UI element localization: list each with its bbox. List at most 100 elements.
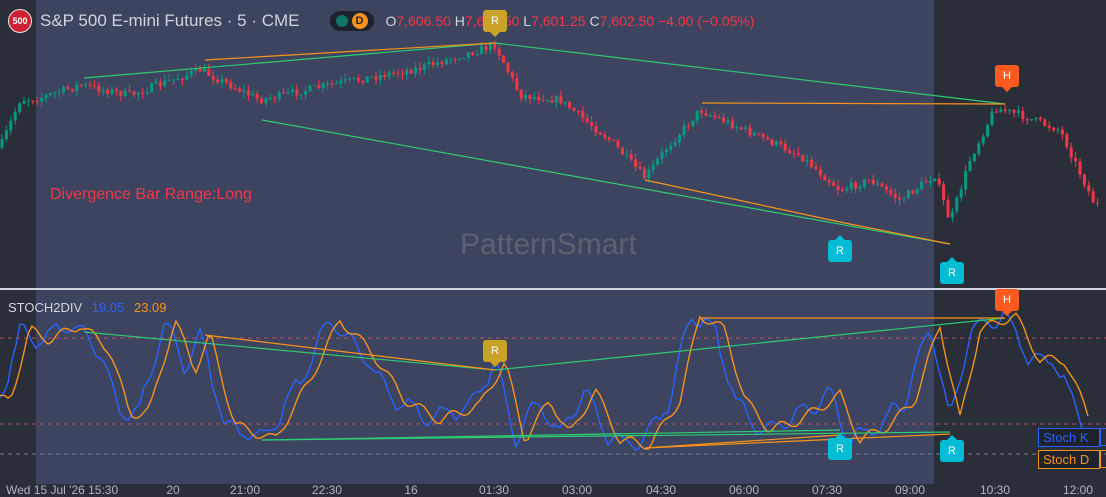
candle-body [510, 71, 514, 78]
candle-body [84, 84, 88, 86]
candle-body [48, 93, 52, 96]
candle-body [515, 77, 519, 90]
candle-body [1047, 125, 1051, 128]
pane-separator[interactable] [0, 288, 1106, 290]
candle-body [246, 90, 250, 96]
candle-body [493, 43, 497, 49]
candle-body [686, 125, 690, 127]
candle-body [431, 62, 435, 66]
candle-body [770, 139, 774, 146]
candle-body [114, 89, 118, 91]
candle-body [598, 132, 602, 135]
candle-body [1021, 110, 1025, 120]
candle-body [128, 90, 132, 92]
candle-body [898, 197, 902, 200]
candle-body [774, 141, 778, 146]
candle-body [889, 189, 893, 194]
candle-body [915, 189, 919, 194]
candle-body [660, 152, 664, 159]
time-axis[interactable]: Wed 15 Jul '26 15:30 20 21:00 22:30 16 0… [0, 483, 1106, 497]
stoch-high-marker[interactable]: H [995, 289, 1019, 316]
candle-body [554, 96, 558, 103]
candle-body [1008, 109, 1012, 112]
time-tick: 21:00 [229, 483, 261, 497]
candle-body [805, 159, 809, 162]
stoch-reversal-marker-top[interactable]: R [483, 340, 507, 367]
candle-body [818, 169, 822, 176]
candle-body [999, 109, 1003, 113]
candle-body [634, 159, 638, 168]
candle-body [1078, 161, 1082, 175]
candle-body [57, 92, 61, 94]
candle-body [695, 110, 699, 121]
candle-body [704, 113, 708, 116]
candle-body [783, 143, 787, 151]
candle-body [730, 120, 734, 129]
candle-body [141, 92, 145, 94]
time-tick: 16 [404, 483, 418, 497]
candle-body [972, 153, 976, 161]
time-tick: 09:00 [894, 483, 926, 497]
chart-container[interactable]: 500 S&P 500 E-mini Futures · 5 · CME D O… [0, 0, 1106, 497]
candle-body [308, 85, 312, 92]
candle-body [656, 158, 660, 165]
candle-body [409, 69, 413, 74]
candle-body [268, 97, 272, 99]
stoch-reversal-marker-bottom-2[interactable]: R [940, 435, 964, 462]
candle-body [620, 147, 624, 155]
high-marker[interactable]: H [995, 65, 1019, 92]
candle-body [977, 143, 981, 154]
open-key: O [385, 13, 397, 29]
candle-body [845, 188, 849, 191]
candle-body [1060, 129, 1064, 135]
candle-body [946, 200, 950, 218]
market-status-pill[interactable]: D [329, 11, 374, 31]
candle-body [436, 62, 440, 66]
reversal-marker-bottom-2[interactable]: R [940, 257, 964, 284]
reversal-marker-bottom-1[interactable]: R [828, 235, 852, 262]
candle-body [779, 141, 783, 144]
candle-body [352, 77, 356, 79]
close-value: 7,602.50 [599, 13, 655, 29]
time-tick: 07:30 [811, 483, 843, 497]
candle-body [836, 185, 840, 190]
candle-body [594, 126, 598, 133]
candle-body [444, 59, 448, 65]
candle-body [1052, 127, 1056, 131]
reversal-marker-top[interactable]: R [483, 10, 507, 37]
candle-body [612, 139, 616, 141]
candle-body [484, 46, 488, 51]
candle-body [1082, 174, 1086, 186]
candle-body [1065, 134, 1069, 148]
symbol-logo-icon[interactable]: 500 [8, 9, 32, 33]
candle-body [546, 100, 550, 102]
candle-body [31, 100, 35, 102]
candle-body [427, 62, 431, 65]
stoch-reversal-marker-bottom-1[interactable]: R [828, 433, 852, 460]
candle-body [106, 89, 110, 95]
candle-body [220, 78, 224, 83]
candle-body [251, 93, 255, 96]
candle-body [286, 91, 290, 93]
candle-body [172, 79, 176, 81]
candle-body [942, 184, 946, 201]
candle-body [625, 154, 629, 156]
time-tick: 10:30 [979, 483, 1011, 497]
change-value: −4.00 (−0.05%) [658, 13, 755, 29]
candle-body [299, 94, 303, 96]
candle-body [1091, 191, 1095, 203]
candle-body [752, 133, 756, 136]
candle-body [75, 84, 79, 91]
candle-body [788, 150, 792, 154]
candle-body [400, 73, 404, 75]
stoch-legend[interactable]: STOCH2DIV 19.05 23.09 [8, 300, 167, 315]
candle-body [682, 125, 686, 136]
candle-body [334, 82, 338, 85]
candle-body [744, 127, 748, 130]
candle-body [70, 88, 74, 91]
candle-body [348, 78, 352, 80]
candle-body [664, 149, 668, 153]
candle-body [475, 54, 479, 56]
symbol-title[interactable]: S&P 500 E-mini Futures · 5 · CME [40, 11, 300, 31]
delayed-data-badge[interactable]: D [351, 13, 368, 29]
